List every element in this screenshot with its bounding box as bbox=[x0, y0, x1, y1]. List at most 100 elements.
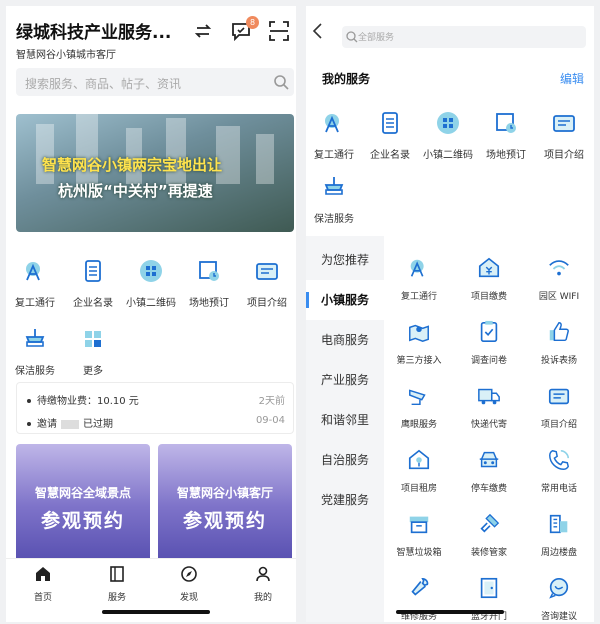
scan-icon[interactable] bbox=[268, 20, 290, 42]
tab-mine[interactable]: 我的 bbox=[238, 565, 288, 603]
service-item[interactable]: 投诉表扬 bbox=[524, 320, 594, 366]
edit-button[interactable]: 编辑 bbox=[560, 70, 584, 87]
tab-home[interactable]: 首页 bbox=[18, 565, 68, 603]
compass-icon bbox=[181, 566, 197, 582]
category-recommend[interactable]: 为您推荐 bbox=[306, 240, 384, 280]
service-item[interactable]: 项目介绍 bbox=[524, 384, 594, 430]
project-intro-icon bbox=[548, 388, 570, 405]
my-service-item[interactable]: 场地预订 bbox=[478, 110, 534, 161]
trash-box-icon bbox=[409, 516, 429, 534]
my-service-item[interactable]: 项目介绍 bbox=[536, 110, 592, 161]
service-item[interactable]: 停车缴费 bbox=[454, 448, 524, 494]
banner-headline: 智慧网谷小镇两宗宝地出让 bbox=[42, 156, 223, 174]
building-icon bbox=[549, 514, 568, 534]
my-service-item[interactable]: 复工通行 bbox=[306, 110, 362, 161]
swap-icon[interactable] bbox=[192, 20, 214, 42]
car-icon bbox=[479, 451, 499, 468]
phone-icon bbox=[549, 449, 570, 470]
back-chevron-icon[interactable] bbox=[310, 22, 324, 40]
service-item[interactable]: 装修管家 bbox=[454, 512, 524, 558]
project-intro-icon bbox=[256, 263, 278, 280]
my-service-item[interactable]: 企业名录 bbox=[362, 110, 418, 161]
my-service-item[interactable]: 保洁服务 bbox=[306, 174, 362, 225]
category-neighborhood[interactable]: 和谐邻里 bbox=[306, 400, 384, 440]
screen: 绿城科技产业服务... 智慧网谷小镇城市客厅 8 搜索服务、商品、帖子、资讯 智… bbox=[0, 0, 600, 624]
more-icon bbox=[85, 331, 101, 347]
cleaning-icon bbox=[25, 329, 45, 347]
thumbs-up-icon bbox=[549, 322, 569, 342]
message-badge: 8 bbox=[246, 16, 259, 29]
quick-item-qr[interactable]: 小镇二维码 bbox=[122, 258, 180, 309]
home-indicator bbox=[396, 610, 504, 614]
location-subtitle[interactable]: 智慧网谷小镇城市客厅 bbox=[16, 46, 116, 61]
venue-booking-icon bbox=[199, 261, 219, 281]
notice-fee[interactable]: 待缴物业费：10.10 元 bbox=[27, 392, 139, 407]
qr-grid-icon bbox=[437, 112, 459, 134]
service-item[interactable]: 周边楼盘 bbox=[524, 512, 594, 558]
category-ecommerce[interactable]: 电商服务 bbox=[306, 320, 384, 360]
service-item[interactable]: 项目租房 bbox=[384, 448, 454, 494]
banner-subline: 杭州版“中关村”再提速 bbox=[58, 182, 213, 200]
home-icon bbox=[36, 567, 50, 581]
app-title: 绿城科技产业服务... bbox=[16, 23, 172, 43]
notice-invite[interactable]: 邀请 已过期 bbox=[27, 415, 113, 430]
wrench-icon bbox=[411, 577, 429, 596]
user-icon bbox=[256, 566, 270, 582]
search-icon bbox=[274, 75, 289, 90]
quick-item-project-intro[interactable]: 项目介绍 bbox=[238, 258, 296, 309]
person-pass-icon bbox=[410, 259, 424, 277]
notice-invite-time: 09-04 bbox=[255, 415, 285, 426]
service-item[interactable]: 常用电话 bbox=[524, 448, 594, 494]
tab-service[interactable]: 服务 bbox=[92, 565, 142, 603]
search-icon bbox=[346, 31, 358, 43]
door-icon bbox=[480, 577, 498, 599]
my-services-title: 我的服务 bbox=[322, 72, 371, 86]
quick-item-directory[interactable]: 企业名录 bbox=[64, 258, 122, 309]
quick-item-venue[interactable]: 场地预订 bbox=[180, 258, 238, 309]
wifi-icon bbox=[549, 260, 569, 276]
home-search-bar[interactable]: 搜索服务、商品、帖子、资讯 bbox=[16, 68, 294, 96]
service-item[interactable]: 园区 WIFI bbox=[524, 256, 594, 302]
service-item[interactable]: 第三方接入 bbox=[384, 320, 454, 366]
tab-discover[interactable]: 发现 bbox=[164, 565, 214, 603]
service-item[interactable]: 智慧垃圾箱 bbox=[384, 512, 454, 558]
services-topbar: 全部服务 bbox=[306, 6, 594, 54]
directory-icon bbox=[382, 112, 398, 134]
category-industry[interactable]: 产业服务 bbox=[306, 360, 384, 400]
service-item[interactable]: 维修服务 bbox=[384, 576, 454, 622]
notice-list: 待缴物业费：10.10 元 2天前 邀请 已过期 09-04 bbox=[16, 382, 294, 434]
survey-icon bbox=[480, 320, 498, 343]
cleaning-icon bbox=[324, 177, 344, 195]
map-pin-icon bbox=[409, 324, 429, 343]
category-party-building[interactable]: 党建服务 bbox=[306, 480, 384, 520]
service-item[interactable]: 蓝牙开门 bbox=[454, 576, 524, 622]
truck-icon bbox=[478, 388, 500, 405]
service-item[interactable]: 项目缴费 bbox=[454, 256, 524, 302]
category-sidebar: 为您推荐 小镇服务 电商服务 产业服务 和谐邻里 自治服务 党建服务 bbox=[306, 236, 384, 622]
visit-card-scenic[interactable]: 智慧网谷全域景点 参观预约 bbox=[16, 444, 150, 558]
cctv-icon bbox=[409, 389, 426, 406]
quick-item-resume-pass[interactable]: 复工通行 bbox=[6, 258, 64, 309]
all-services-screen: 全部服务 我的服务 编辑 复工通行 企业名录 小镇二维码 场地预订 项目介绍 保… bbox=[306, 6, 594, 622]
services-search-placeholder: 全部服务 bbox=[358, 33, 395, 43]
service-item[interactable]: 咨询建议 bbox=[524, 576, 594, 622]
home-screen: 绿城科技产业服务... 智慧网谷小镇城市客厅 8 搜索服务、商品、帖子、资讯 智… bbox=[6, 6, 296, 622]
person-pass-icon bbox=[26, 262, 40, 281]
venue-booking-icon bbox=[496, 113, 516, 133]
paint-roller-icon bbox=[480, 513, 500, 533]
my-service-item[interactable]: 小镇二维码 bbox=[420, 110, 476, 161]
services-search-bar[interactable]: 全部服务 bbox=[342, 26, 586, 48]
quick-item-cleaning[interactable]: 保洁服务 bbox=[6, 326, 64, 377]
project-intro-icon bbox=[553, 115, 575, 132]
service-item[interactable]: 调查问卷 bbox=[454, 320, 524, 366]
home-indicator bbox=[102, 610, 210, 614]
quick-item-more[interactable]: 更多 bbox=[64, 326, 122, 377]
home-header: 绿城科技产业服务... 智慧网谷小镇城市客厅 8 bbox=[6, 6, 296, 68]
category-self-governance[interactable]: 自治服务 bbox=[306, 440, 384, 480]
service-item[interactable]: 复工通行 bbox=[384, 256, 454, 302]
service-item[interactable]: 快递代寄 bbox=[454, 384, 524, 430]
service-item[interactable]: 鹰眼服务 bbox=[384, 384, 454, 430]
visit-card-hall[interactable]: 智慧网谷小镇客厅 参观预约 bbox=[158, 444, 292, 558]
news-banner[interactable]: 智慧网谷小镇两宗宝地出让 杭州版“中关村”再提速 bbox=[16, 114, 294, 232]
category-town-services[interactable]: 小镇服务 bbox=[306, 280, 384, 320]
